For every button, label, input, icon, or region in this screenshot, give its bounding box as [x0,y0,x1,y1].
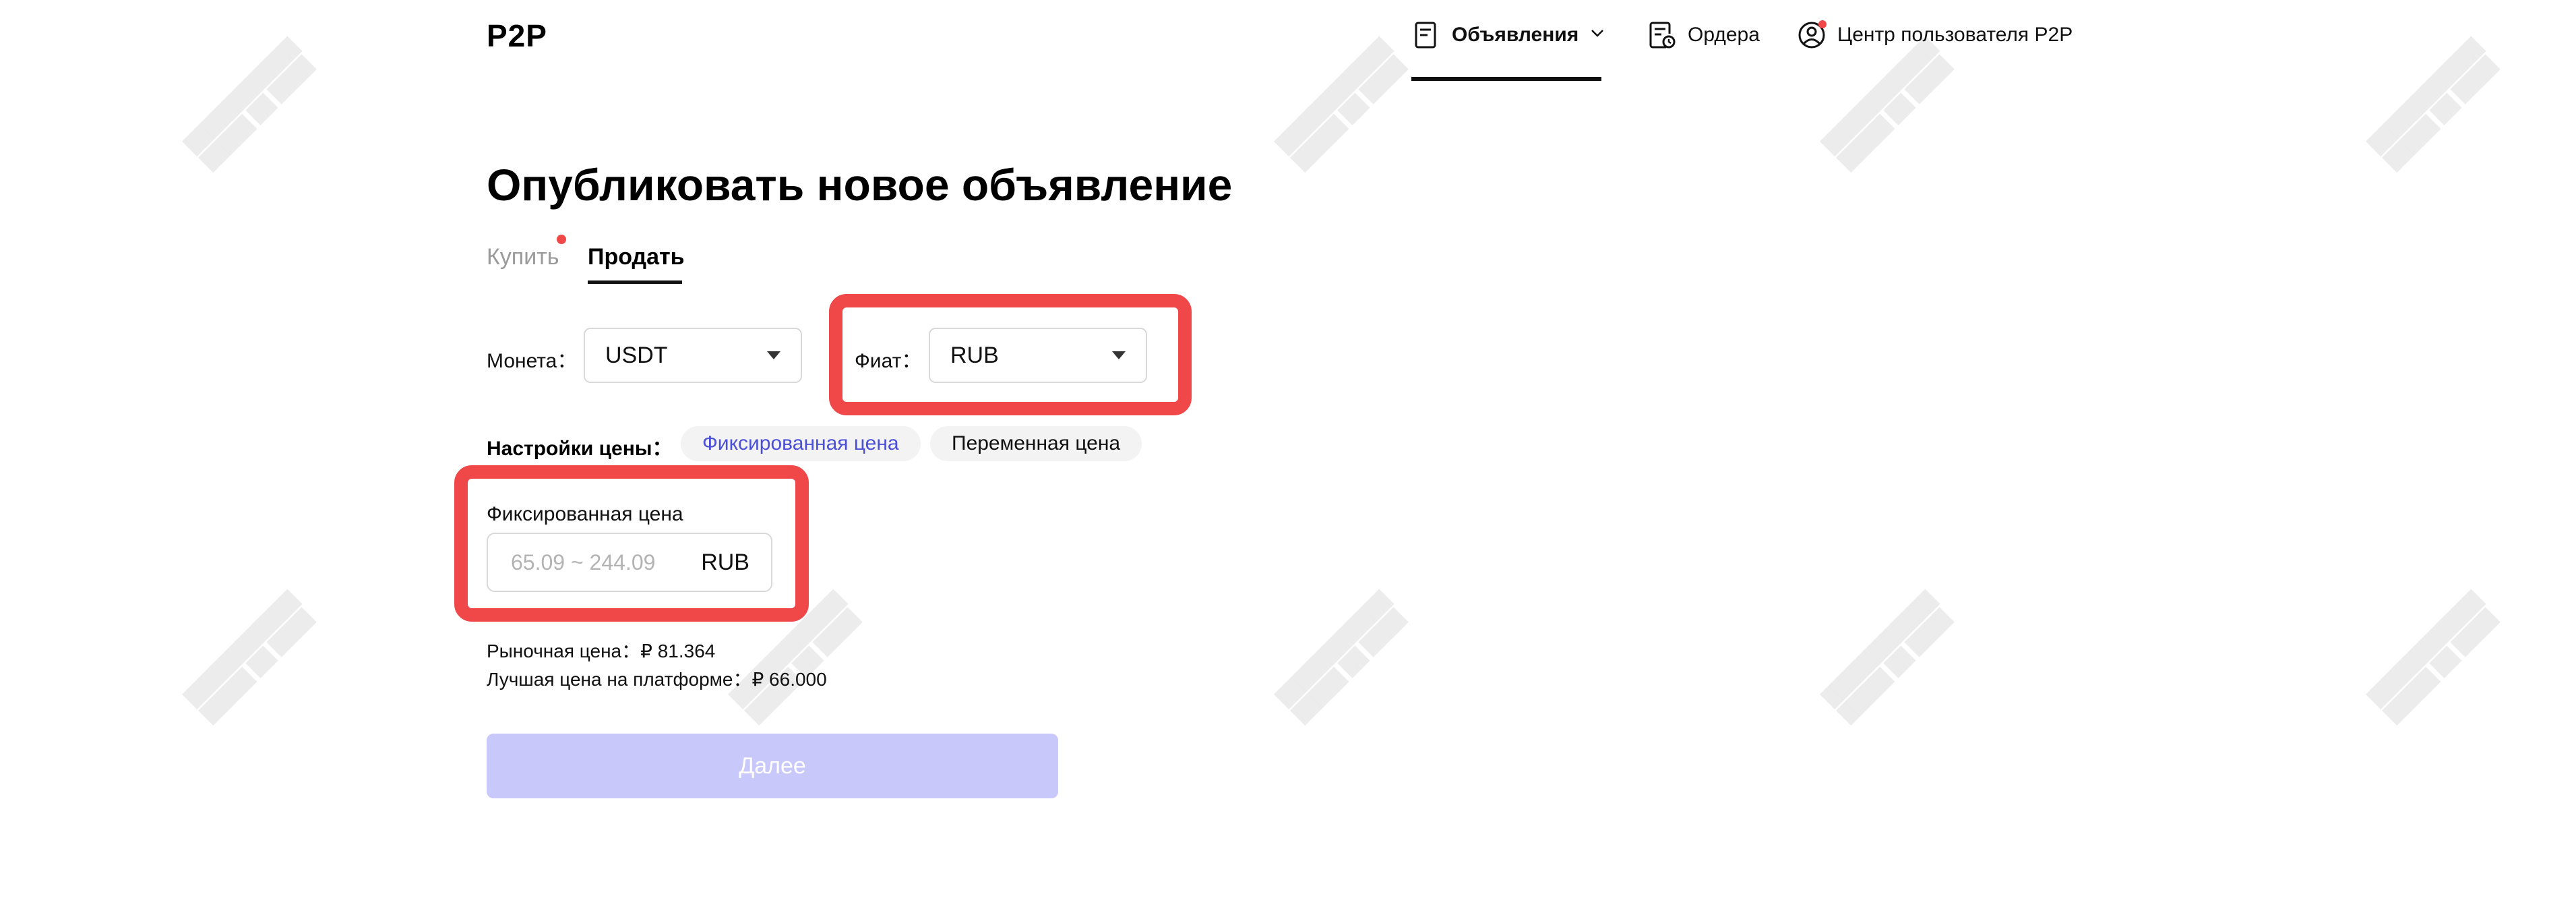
caret-down-icon [767,351,780,359]
tab-buy[interactable]: Купить [487,244,559,270]
notification-dot [557,235,566,244]
watermark: ████████████ █████ ██ ████ [1273,36,1408,172]
chevron-down-icon [1589,24,1605,47]
notification-dot [1818,20,1827,28]
watermark: ████████████ █████ ██ ████ [1273,589,1408,725]
user-circle-icon [1797,20,1827,50]
price-settings-label: Настройки цены： [487,438,673,460]
nav-user-center-label: Центр пользователя P2P [1837,24,2073,46]
next-button[interactable]: Далее [487,734,1058,798]
price-type-fixed-chip[interactable]: Фиксированная цена [681,426,921,461]
coin-label: Монета： [487,350,578,372]
nav-orders[interactable]: Ордера [1647,20,1760,50]
coin-select-value: USDT [605,342,668,368]
watermark: ████████████ █████ ██ ████ [181,589,316,725]
nav-ads-label: Объявления [1452,24,1579,46]
watermark: ████████████ █████ ██ ████ [2365,36,2500,172]
tab-active-underline [588,280,682,284]
highlight-frame [829,294,1192,415]
order-clock-icon [1647,20,1677,50]
nav-ads[interactable]: Объявления [1411,20,1605,50]
watermark: ████████████ █████ ██ ████ [181,36,316,172]
watermark: ████████████ █████ ██ ████ [1819,589,1954,725]
tab-sell[interactable]: Продать [588,244,685,270]
nav-orders-label: Ордера [1688,24,1760,46]
highlight-frame [454,465,809,622]
nav-user-center[interactable]: Центр пользователя P2P [1797,20,2073,50]
market-price-text: Рыночная цена：₽ 81.364 [487,641,716,661]
page-title: Опубликовать новое объявление [487,160,1233,210]
best-price-text: Лучшая цена на платформе：₽ 66.000 [487,669,827,690]
price-type-floating-chip[interactable]: Переменная цена [930,426,1142,461]
logo[interactable]: P2P [487,18,547,54]
document-icon [1411,20,1441,50]
watermark: ████████████ █████ ██ ████ [2365,589,2500,725]
coin-select[interactable]: USDT [584,328,802,383]
watermark: ████████████ █████ ██ ████ [1819,36,1954,172]
nav-active-underline [1411,77,1601,81]
